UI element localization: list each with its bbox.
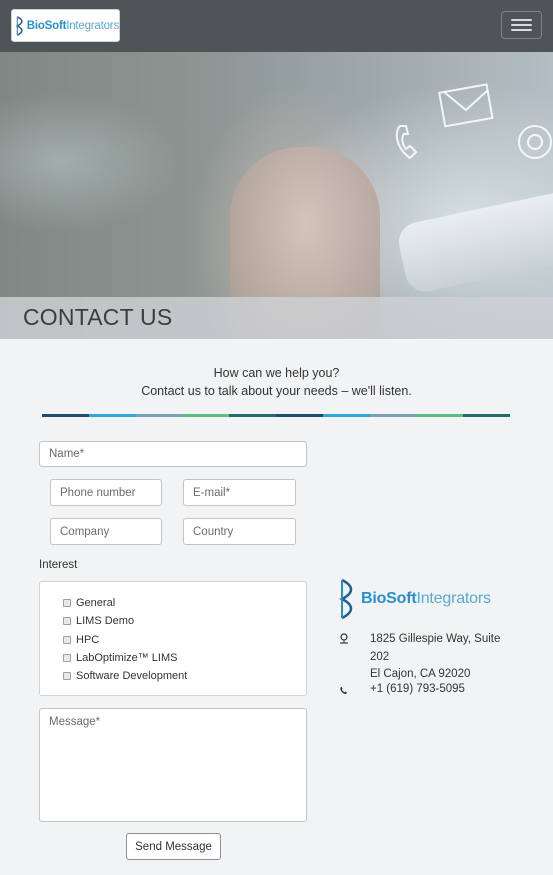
checkbox[interactable] — [63, 617, 71, 626]
divider-segment — [88, 414, 136, 417]
top-navbar: BioSoftIntegrators — [0, 0, 553, 52]
hamburger-icon — [511, 19, 532, 21]
phone-icon — [340, 687, 347, 694]
country-field[interactable]: Country — [183, 518, 296, 545]
email-field[interactable]: E-mail* — [183, 479, 296, 506]
message-field[interactable]: Message* — [39, 708, 307, 822]
intro-text: How can we help you? Contact us to talk … — [0, 364, 553, 400]
divider-segment — [463, 414, 510, 417]
company-name: BioSoftIntegrators — [361, 590, 491, 607]
divider-segment — [42, 414, 89, 417]
envelope-icon — [438, 83, 494, 128]
divider-segment — [416, 414, 464, 417]
color-divider — [42, 414, 510, 417]
company-logo: BioSoftIntegrators — [338, 578, 491, 620]
address: 1825 Gillespie Way, Suite 202 El Cajon, … — [370, 631, 510, 684]
interest-option-laboptimize[interactable]: LabOptimize™ LIMS — [40, 649, 306, 667]
interest-options: General LIMS Demo HPC LabOptimize™ LIMS … — [39, 581, 307, 696]
divider-segment — [229, 414, 276, 417]
divider-segment — [182, 414, 230, 417]
smartphone-image — [395, 178, 553, 296]
at-icon — [518, 125, 552, 159]
hero-banner: CONTACT US — [0, 52, 553, 339]
interest-option-hpc[interactable]: HPC — [40, 631, 306, 649]
brand-logo[interactable]: BioSoftIntegrators — [11, 9, 120, 42]
checkbox[interactable] — [63, 672, 71, 681]
checkbox[interactable] — [63, 599, 71, 608]
checkbox[interactable] — [63, 654, 71, 663]
divider-segment — [369, 414, 417, 417]
interest-label: Interest — [39, 559, 78, 571]
intro-subtext: Contact us to talk about your needs – we… — [141, 384, 412, 398]
name-field[interactable]: Name* — [39, 441, 307, 467]
intro-question: How can we help you? — [213, 366, 340, 380]
address-line-2: El Cajon, CA 92020 — [370, 668, 471, 680]
address-line-1: 1825 Gillespie Way, Suite 202 — [370, 633, 501, 663]
page-title: CONTACT US — [23, 304, 173, 330]
send-message-button[interactable]: Send Message — [126, 833, 221, 860]
phone-handset-icon — [395, 125, 418, 160]
checkbox[interactable] — [63, 635, 71, 644]
dna-logo-icon — [15, 15, 23, 36]
menu-toggle-button[interactable] — [501, 11, 542, 39]
divider-segment — [275, 414, 323, 417]
interest-option-general[interactable]: General — [40, 594, 306, 612]
phone-number[interactable]: +1 (619) 793-5095 — [370, 683, 465, 695]
brand-name: BioSoftIntegrators — [26, 19, 119, 32]
phone-field[interactable]: Phone number — [50, 479, 162, 506]
map-marker-icon — [340, 633, 348, 644]
interest-option-lims-demo[interactable]: LIMS Demo — [40, 612, 306, 630]
dna-logo-icon — [339, 578, 353, 620]
divider-segment — [135, 414, 183, 417]
interest-option-software-development[interactable]: Software Development — [40, 667, 306, 685]
company-field[interactable]: Company — [50, 518, 162, 545]
divider-segment — [322, 414, 370, 417]
